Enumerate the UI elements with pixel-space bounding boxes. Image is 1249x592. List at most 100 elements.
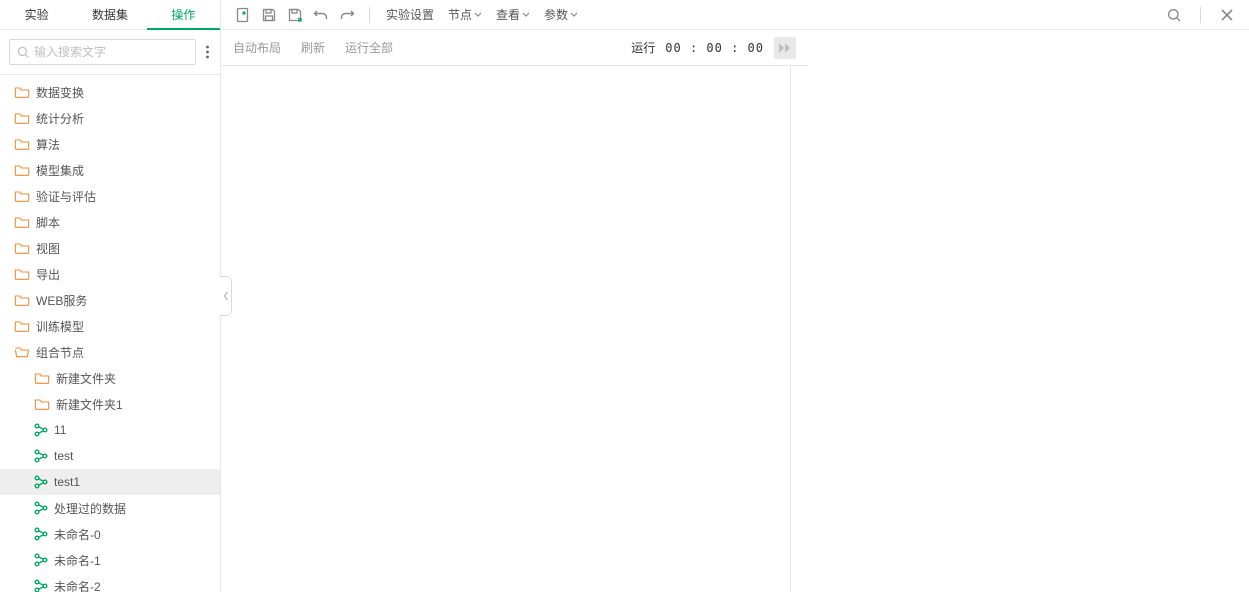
tree-label: WEB服务 [36,292,87,309]
run-all-button[interactable]: 运行全部 [345,39,393,56]
tree-label: 新建文件夹 [56,370,116,387]
tree-child-node-test1[interactable]: test1 [0,469,220,495]
tree-child-node-unnamed2[interactable]: 未命名-2 [0,573,220,592]
tab-operations[interactable]: 操作 [147,0,220,29]
sidebar: 实验 数据集 操作 数据变换 统计分析 算法 模型集成 验证与评估 脚本 视图 … [0,0,221,592]
tree-folder-eval[interactable]: 验证与评估 [0,183,220,209]
folder-icon [14,319,30,333]
node-icon [34,579,48,592]
menu-params[interactable]: 参数 [538,0,584,30]
folder-icon [14,163,30,177]
redo-icon [339,7,355,23]
folder-icon [14,215,30,229]
folder-icon [14,241,30,255]
more-button[interactable] [204,45,211,59]
tree-label: 验证与评估 [36,188,96,205]
tree-folder-train-model[interactable]: 训练模型 [0,313,220,339]
tree-folder-ensemble[interactable]: 模型集成 [0,157,220,183]
tree-label: 导出 [36,266,60,283]
fast-forward-icon [779,43,791,53]
canvas-bar: 自动布局 刷新 运行全部 运行 00 : 00 : 00 [221,30,808,66]
tree-folder-composite-node[interactable]: 组合节点 [0,339,220,365]
canvas[interactable] [221,66,791,592]
tree-label: 11 [54,423,66,437]
menu-view[interactable]: 查看 [490,0,536,30]
run-stop-button[interactable] [774,37,796,59]
menu-label: 节点 [448,6,472,23]
refresh-button[interactable]: 刷新 [301,39,325,56]
tree-label: 脚本 [36,214,60,231]
new-file-icon [235,7,251,23]
tree-child-node-processed[interactable]: 处理过的数据 [0,495,220,521]
tree-label: 训练模型 [36,318,84,335]
search-wrap[interactable] [9,39,196,65]
search-icon [1166,7,1182,23]
menu-label: 查看 [496,6,520,23]
tree-label: 算法 [36,136,60,153]
more-vertical-icon [206,45,209,59]
save-icon [261,7,277,23]
menu-label: 实验设置 [386,6,434,23]
node-icon [34,423,48,437]
folder-icon [14,267,30,281]
run-timer: 00 : 00 : 00 [665,41,764,55]
undo-icon [313,7,329,23]
tree-folder-view[interactable]: 视图 [0,235,220,261]
tree-label: 未命名-1 [54,552,101,569]
save-as-button[interactable] [283,0,307,30]
undo-button[interactable] [309,0,333,30]
chevron-down-icon [570,12,578,17]
tree-folder-stats[interactable]: 统计分析 [0,105,220,131]
tab-dataset[interactable]: 数据集 [73,0,146,29]
tree-label: 未命名-2 [54,578,101,592]
search-row [0,30,220,75]
tree-label: 未命名-0 [54,526,101,543]
menu-node[interactable]: 节点 [442,0,488,30]
folder-icon [14,293,30,307]
tree-child-node-unnamed1[interactable]: 未命名-1 [0,547,220,573]
tree-label: 视图 [36,240,60,257]
tree-child-folder-new1[interactable]: 新建文件夹1 [0,391,220,417]
tree-folder-script[interactable]: 脚本 [0,209,220,235]
tree-folder-export[interactable]: 导出 [0,261,220,287]
toolbar-divider [369,7,370,23]
tree-folder-data-transform[interactable]: 数据变换 [0,79,220,105]
node-icon [34,527,48,541]
redo-button[interactable] [335,0,359,30]
canvas-wrap [221,66,1249,592]
tree-child-node-unnamed0[interactable]: 未命名-0 [0,521,220,547]
folder-open-icon [14,345,30,359]
folder-icon [14,137,30,151]
tree: 数据变换 统计分析 算法 模型集成 验证与评估 脚本 视图 导出 WEB服务 训… [0,75,220,592]
search-input[interactable] [34,45,189,59]
folder-icon [34,397,50,411]
toolbar: 实验设置 节点 查看 参数 [221,0,1249,30]
tree-label: test1 [54,475,80,489]
close-button[interactable] [1215,0,1239,30]
tree-child-node-test[interactable]: test [0,443,220,469]
tree-label: 模型集成 [36,162,84,179]
folder-icon [14,111,30,125]
search-icon [16,45,30,59]
new-button[interactable] [231,0,255,30]
node-icon [34,501,48,515]
menu-label: 参数 [544,6,568,23]
save-button[interactable] [257,0,281,30]
chevron-down-icon [474,12,482,17]
node-icon [34,475,48,489]
tree-label: test [54,449,73,463]
run-label: 运行 [631,39,655,56]
tree-folder-web-service[interactable]: WEB服务 [0,287,220,313]
menu-experiment-settings[interactable]: 实验设置 [380,0,440,30]
tree-folder-algorithm[interactable]: 算法 [0,131,220,157]
close-icon [1219,7,1235,23]
toolbar-search-button[interactable] [1162,0,1186,30]
tab-experiment[interactable]: 实验 [0,0,73,29]
main: 实验设置 节点 查看 参数 自动布局 刷新 运行全部 运行 00 : 00 : … [221,0,1249,592]
folder-icon [14,85,30,99]
tree-child-folder-new[interactable]: 新建文件夹 [0,365,220,391]
sidebar-tabs: 实验 数据集 操作 [0,0,220,30]
auto-layout-button[interactable]: 自动布局 [233,39,281,56]
tree-child-node-11[interactable]: 11 [0,417,220,443]
folder-icon [34,371,50,385]
